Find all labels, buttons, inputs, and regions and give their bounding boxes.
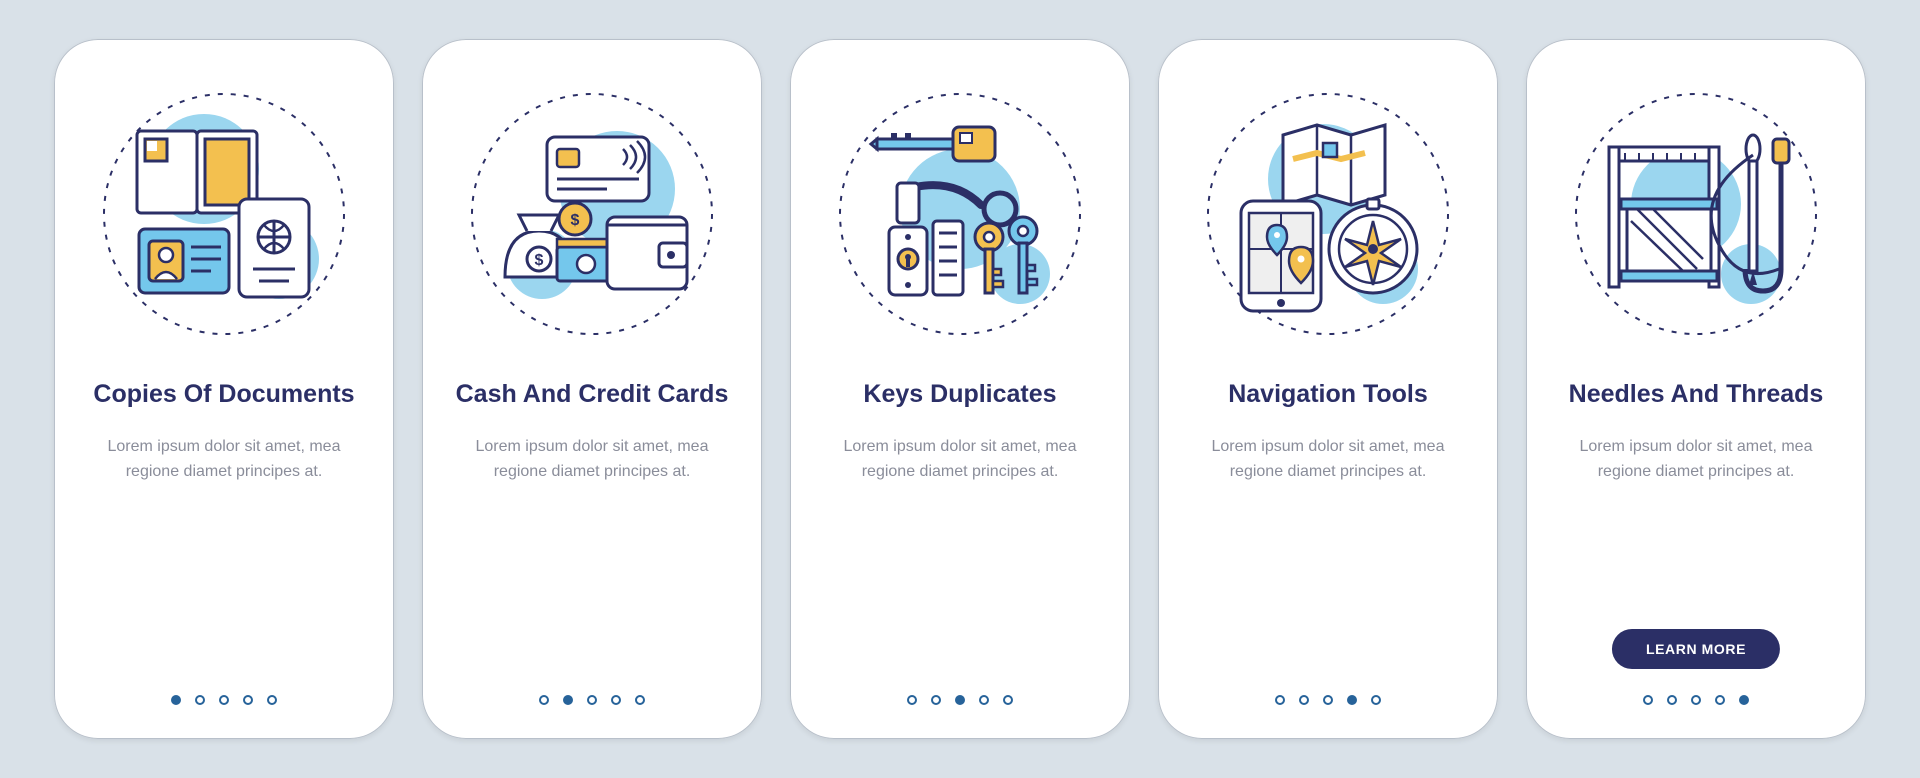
- documents-icon: [119, 109, 329, 319]
- pager-dot[interactable]: [1371, 695, 1381, 705]
- card-description: Lorem ipsum dolor sit amet, mea regione …: [1188, 435, 1468, 485]
- pager-dot[interactable]: [1715, 695, 1725, 705]
- onboarding-card: Navigation Tools Lorem ipsum dolor sit a…: [1158, 39, 1498, 739]
- pager-dot[interactable]: [1299, 695, 1309, 705]
- pager-dot[interactable]: [195, 695, 205, 705]
- card-title: Needles And Threads: [1569, 379, 1824, 409]
- pagination-dots: [1158, 695, 1498, 705]
- illustration-wrap: [835, 89, 1085, 339]
- pager-dot[interactable]: [907, 695, 917, 705]
- pager-dot[interactable]: [171, 695, 181, 705]
- onboarding-card: Needles And Threads Lorem ipsum dolor si…: [1526, 39, 1866, 739]
- illustration-wrap: $ $: [467, 89, 717, 339]
- pager-dot[interactable]: [539, 695, 549, 705]
- illustration-wrap: [1571, 89, 1821, 339]
- pager-dot[interactable]: [1003, 695, 1013, 705]
- pager-dot[interactable]: [931, 695, 941, 705]
- pager-dot[interactable]: [1667, 695, 1677, 705]
- pager-dot[interactable]: [587, 695, 597, 705]
- card-description: Lorem ipsum dolor sit amet, mea regione …: [84, 435, 364, 485]
- onboarding-card: $ $ Cash And Credit Cards Lorem ipsum do…: [422, 39, 762, 739]
- illustration-wrap: [99, 89, 349, 339]
- onboarding-card: Keys Duplicates Lorem ipsum dolor sit am…: [790, 39, 1130, 739]
- sewing-icon: [1591, 109, 1801, 319]
- onboarding-card: Copies Of Documents Lorem ipsum dolor si…: [54, 39, 394, 739]
- pager-dot[interactable]: [1739, 695, 1749, 705]
- navigation-icon: [1223, 109, 1433, 319]
- pager-dot[interactable]: [1643, 695, 1653, 705]
- pager-dot[interactable]: [955, 695, 965, 705]
- pager-dot[interactable]: [611, 695, 621, 705]
- pager-dot[interactable]: [219, 695, 229, 705]
- pager-dot[interactable]: [635, 695, 645, 705]
- card-title: Copies Of Documents: [93, 379, 354, 409]
- card-title: Cash And Credit Cards: [456, 379, 729, 409]
- pager-dot[interactable]: [1691, 695, 1701, 705]
- pagination-dots: [790, 695, 1130, 705]
- keys-icon: [855, 109, 1065, 319]
- pager-dot[interactable]: [1323, 695, 1333, 705]
- learn-more-button[interactable]: LEARN MORE: [1612, 629, 1780, 669]
- pager-dot[interactable]: [563, 695, 573, 705]
- pager-dot[interactable]: [979, 695, 989, 705]
- pagination-dots: [1526, 695, 1866, 705]
- card-description: Lorem ipsum dolor sit amet, mea regione …: [1556, 435, 1836, 485]
- pager-dot[interactable]: [243, 695, 253, 705]
- card-description: Lorem ipsum dolor sit amet, mea regione …: [820, 435, 1100, 485]
- card-title: Keys Duplicates: [863, 379, 1056, 409]
- pager-dot[interactable]: [1347, 695, 1357, 705]
- pagination-dots: [422, 695, 762, 705]
- svg-text:$: $: [535, 252, 544, 269]
- cash-icon: $ $: [487, 109, 697, 319]
- illustration-wrap: [1203, 89, 1453, 339]
- svg-text:$: $: [571, 212, 580, 229]
- pagination-dots: [54, 695, 394, 705]
- card-description: Lorem ipsum dolor sit amet, mea regione …: [452, 435, 732, 485]
- pager-dot[interactable]: [1275, 695, 1285, 705]
- pager-dot[interactable]: [267, 695, 277, 705]
- card-title: Navigation Tools: [1228, 379, 1428, 409]
